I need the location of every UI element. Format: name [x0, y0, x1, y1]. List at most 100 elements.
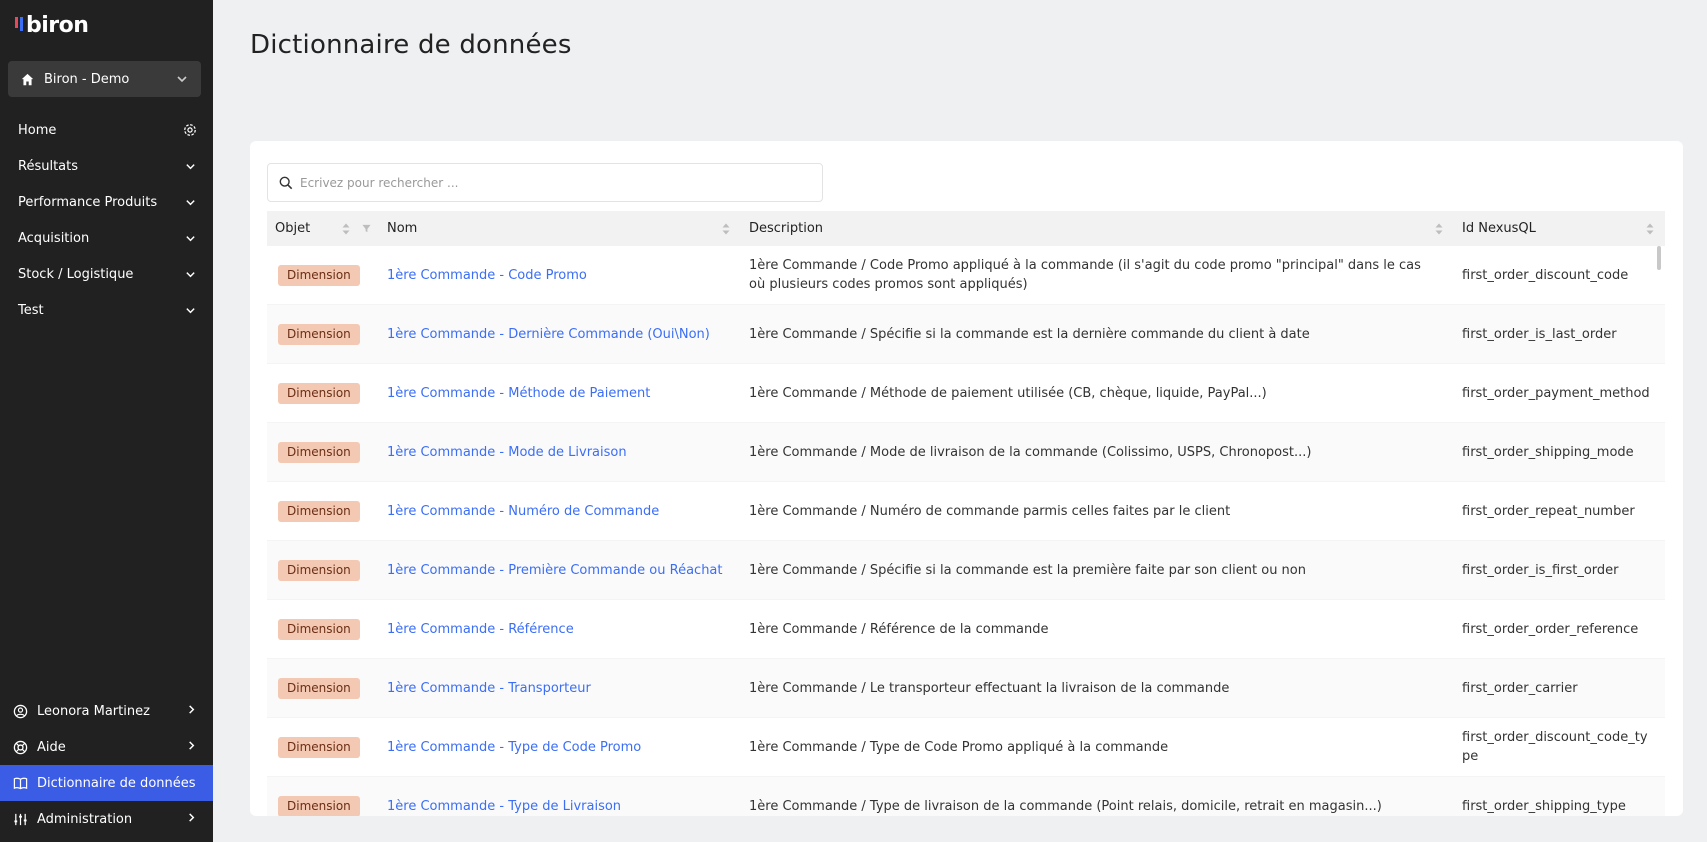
field-description: 1ère Commande / Spécifie si la commande … [749, 326, 1310, 342]
sidebar: biron Biron - Demo Home Résultats Perfor… [0, 0, 213, 842]
sidebar-item-administration[interactable]: Administration [0, 801, 213, 837]
field-description: 1ère Commande / Code Promo appliqué à la… [749, 258, 1421, 292]
chevron-right-icon [186, 812, 197, 827]
field-name-link[interactable]: 1ère Commande - Première Commande ou Réa… [387, 561, 723, 580]
sidebar-item-performance-produits[interactable]: Performance Produits [0, 184, 213, 220]
workspace-label: Biron - Demo [44, 71, 130, 87]
field-description: 1ère Commande / Spécifie si la commande … [749, 562, 1306, 578]
chevron-down-icon [183, 195, 197, 209]
table-scrollbar[interactable] [1657, 246, 1663, 816]
field-name-link[interactable]: 1ère Commande - Numéro de Commande [387, 502, 659, 521]
column-header-label: Description [749, 221, 824, 236]
object-type-badge: Dimension [278, 559, 360, 581]
search-box[interactable] [267, 163, 823, 202]
column-header-id-nexusql[interactable]: Id NexusQL [1454, 211, 1665, 246]
data-dictionary-card: Objet Nom Description Id NexusQL Dimensi… [250, 141, 1683, 816]
sidebar-item-user[interactable]: Leonora Martinez [0, 693, 213, 729]
column-header-label: Nom [387, 221, 418, 236]
sidebar-item-label: Home [18, 122, 57, 138]
column-header-label: Id NexusQL [1462, 221, 1536, 236]
chevron-down-icon [183, 231, 197, 245]
field-id: first_order_order_reference [1462, 621, 1639, 637]
field-description: 1ère Commande / Mode de livraison de la … [749, 444, 1312, 460]
field-id: first_order_discount_code_type [1462, 730, 1648, 764]
sidebar-item-home[interactable]: Home [0, 112, 213, 148]
sidebar-item-label: Résultats [18, 158, 79, 174]
table-row: Dimension 1ère Commande - Dernière Comma… [267, 305, 1665, 364]
field-description: 1ère Commande / Numéro de commande parmi… [749, 503, 1231, 519]
sidebar-item-acquisition[interactable]: Acquisition [0, 220, 213, 256]
chevron-down-icon [183, 303, 197, 317]
workspace-selector[interactable]: Biron - Demo [8, 61, 201, 97]
column-header-label: Objet [275, 221, 311, 236]
object-type-badge: Dimension [278, 677, 360, 699]
table-row: Dimension 1ère Commande - Référence 1ère… [267, 600, 1665, 659]
sidebar-bottom-nav: Leonora Martinez Aide Dictionnaire de do… [0, 693, 213, 837]
field-id: first_order_shipping_type [1462, 798, 1626, 814]
scrollbar-thumb[interactable] [1657, 246, 1661, 270]
field-name-link[interactable]: 1ère Commande - Méthode de Paiement [387, 384, 650, 403]
field-id: first_order_is_first_order [1462, 562, 1619, 578]
object-type-badge: Dimension [278, 264, 360, 286]
object-type-badge: Dimension [278, 618, 360, 640]
book-icon [12, 775, 28, 791]
sidebar-item-stock-logistique[interactable]: Stock / Logistique [0, 256, 213, 292]
table-row: Dimension 1ère Commande - Numéro de Comm… [267, 482, 1665, 541]
chevron-down-icon [175, 72, 189, 86]
user-circle-icon [12, 703, 28, 719]
sidebar-item-label: Performance Produits [18, 194, 158, 210]
filter-icon[interactable] [361, 224, 371, 234]
sidebar-item-label: Leonora Martinez [37, 703, 150, 719]
table-row: Dimension 1ère Commande - Transporteur 1… [267, 659, 1665, 718]
sort-icon[interactable] [341, 222, 351, 236]
logo-mark-icon [15, 17, 24, 31]
table-row: Dimension 1ère Commande - Méthode de Pai… [267, 364, 1665, 423]
field-id: first_order_is_last_order [1462, 326, 1617, 342]
field-name-link[interactable]: 1ère Commande - Référence [387, 620, 574, 639]
field-description: 1ère Commande / Type de Code Promo appli… [749, 739, 1169, 755]
sidebar-item-resultats[interactable]: Résultats [0, 148, 213, 184]
chevron-right-icon [186, 740, 197, 755]
field-name-link[interactable]: 1ère Commande - Type de Livraison [387, 797, 621, 816]
chevron-down-icon [183, 159, 197, 173]
sidebar-item-label: Aide [37, 739, 66, 755]
sidebar-item-test[interactable]: Test [0, 292, 213, 328]
column-header-description[interactable]: Description [741, 211, 1454, 246]
sidebar-item-label: Stock / Logistique [18, 266, 134, 282]
sidebar-item-label: Administration [37, 811, 133, 827]
field-name-link[interactable]: 1ère Commande - Code Promo [387, 266, 587, 285]
object-type-badge: Dimension [278, 736, 360, 758]
object-type-badge: Dimension [278, 795, 360, 816]
field-id: first_order_carrier [1462, 680, 1578, 696]
field-id: first_order_discount_code [1462, 267, 1629, 283]
home-icon [20, 72, 34, 86]
sort-icon[interactable] [721, 222, 731, 236]
object-type-badge: Dimension [278, 382, 360, 404]
field-name-link[interactable]: 1ère Commande - Mode de Livraison [387, 443, 627, 462]
column-header-nom[interactable]: Nom [379, 211, 741, 246]
column-header-objet[interactable]: Objet [267, 211, 379, 246]
sidebar-item-dictionnaire[interactable]: Dictionnaire de données [0, 765, 213, 801]
sort-icon[interactable] [1434, 222, 1444, 236]
sidebar-item-aide[interactable]: Aide [0, 729, 213, 765]
page-title: Dictionnaire de données [250, 30, 572, 60]
field-description: 1ère Commande / Référence de la commande [749, 621, 1049, 637]
search-icon [278, 175, 294, 191]
search-input[interactable] [300, 175, 812, 190]
field-description: 1ère Commande / Type de livraison de la … [749, 798, 1382, 814]
chevron-down-icon [183, 267, 197, 281]
help-lifebuoy-icon [12, 739, 28, 755]
field-description: 1ère Commande / Le transporteur effectua… [749, 680, 1230, 696]
table-row: Dimension 1ère Commande - Type de Livrai… [267, 777, 1665, 816]
field-name-link[interactable]: 1ère Commande - Transporteur [387, 679, 591, 698]
field-name-link[interactable]: 1ère Commande - Type de Code Promo [387, 738, 641, 757]
chevron-right-icon [186, 704, 197, 719]
field-name-link[interactable]: 1ère Commande - Dernière Commande (Oui\N… [387, 325, 710, 344]
sidebar-item-label: Acquisition [18, 230, 90, 246]
sidebar-nav: Home Résultats Performance Produits Acqu… [0, 112, 213, 328]
gear-icon[interactable] [183, 123, 197, 137]
logo[interactable]: biron [15, 12, 89, 42]
sort-icon[interactable] [1645, 222, 1655, 236]
table-row: Dimension 1ère Commande - Code Promo 1èr… [267, 246, 1665, 305]
object-type-badge: Dimension [278, 441, 360, 463]
